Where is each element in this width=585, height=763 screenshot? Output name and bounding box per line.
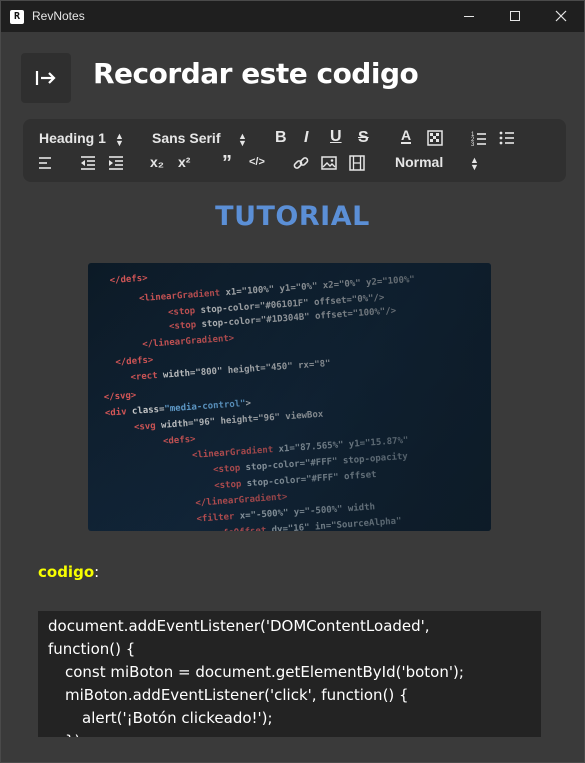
- superscript-button[interactable]: x²: [178, 154, 190, 170]
- exit-button[interactable]: [21, 53, 71, 103]
- size-select[interactable]: Normal ▲ ▼: [395, 154, 479, 172]
- code-label-text: codigo: [38, 563, 95, 581]
- close-button[interactable]: [538, 1, 584, 32]
- ordered-list-icon[interactable]: 1 2 3: [471, 130, 487, 146]
- video-icon[interactable]: [349, 155, 365, 171]
- indent-icon[interactable]: [108, 155, 124, 171]
- code-label: codigo:: [38, 563, 99, 581]
- app-window: R RevNotes Recordar este codigo Heading …: [0, 0, 585, 763]
- app-icon: R: [10, 10, 24, 24]
- page-title: Recordar este codigo: [93, 57, 419, 90]
- strike-button[interactable]: S: [358, 129, 369, 147]
- link-icon[interactable]: [293, 155, 309, 171]
- chevron-updown-icon: ▲ ▼: [238, 131, 247, 148]
- code-line: });: [65, 732, 85, 737]
- outdent-icon[interactable]: [80, 155, 96, 171]
- chevron-updown-icon: ▲ ▼: [470, 155, 479, 172]
- image-icon[interactable]: [321, 155, 337, 171]
- code-label-colon: :: [94, 563, 100, 581]
- background-color-icon[interactable]: [427, 130, 443, 146]
- blockquote-button[interactable]: ”: [222, 152, 232, 175]
- align-icon[interactable]: [38, 155, 54, 171]
- code-block[interactable]: document.addEventListener('DOMContentLoa…: [38, 611, 541, 737]
- maximize-button[interactable]: [492, 1, 538, 32]
- maximize-icon: [510, 11, 520, 21]
- editor-toolbar: Heading 1 ▲ ▼ Sans Serif ▲ ▼ B I U S A 1 2…: [23, 119, 566, 182]
- font-select[interactable]: Sans Serif ▲ ▼: [152, 130, 247, 148]
- code-line: function() {: [48, 640, 136, 658]
- chevron-updown-icon: ▲ ▼: [115, 131, 124, 148]
- underline-button[interactable]: U: [330, 128, 342, 146]
- heading-select-value: Heading 1: [39, 130, 106, 146]
- exit-arrow-icon: [35, 71, 56, 85]
- size-select-value: Normal: [395, 154, 444, 170]
- close-icon: [555, 10, 567, 22]
- font-select-value: Sans Serif: [152, 130, 221, 146]
- heading-select[interactable]: Heading 1 ▲ ▼: [39, 130, 124, 148]
- minimize-icon: [464, 16, 474, 17]
- bullet-list-icon[interactable]: [499, 130, 515, 146]
- code-screenshot-graphic: </defs> <linearGradient x1="100%" y1="0%…: [88, 263, 491, 531]
- subscript-button[interactable]: x₂: [150, 154, 164, 170]
- code-line: alert('¡Botón clickeado!');: [82, 709, 273, 727]
- svg-text:3: 3: [471, 142, 475, 146]
- code-line: miBoton.addEventListener('click', functi…: [65, 686, 409, 704]
- window-title: RevNotes: [32, 9, 85, 23]
- bold-button[interactable]: B: [275, 129, 287, 147]
- minimize-button[interactable]: [446, 1, 492, 32]
- content-heading: TUTORIAL: [215, 201, 370, 232]
- code-block-button[interactable]: </>: [249, 156, 265, 168]
- text-color-button[interactable]: A: [401, 128, 412, 144]
- title-bar[interactable]: R RevNotes: [1, 1, 584, 32]
- code-screenshot-image: </defs> <linearGradient x1="100%" y1="0%…: [88, 263, 491, 531]
- italic-button[interactable]: I: [304, 129, 308, 147]
- code-line: document.addEventListener('DOMContentLoa…: [48, 617, 430, 635]
- code-line: const miBoton = document.getElementById(…: [65, 663, 464, 681]
